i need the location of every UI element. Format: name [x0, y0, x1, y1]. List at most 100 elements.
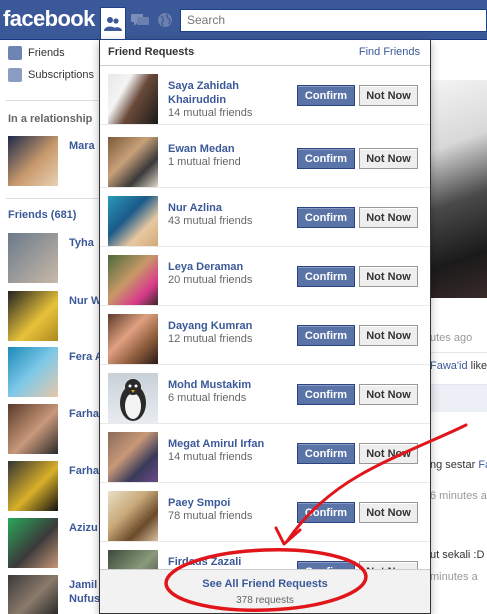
not-now-button[interactable]: Not Now — [359, 502, 418, 523]
requester-name[interactable]: Dayang Kumran — [168, 319, 290, 333]
confirm-button[interactable]: Confirm — [297, 207, 355, 228]
friend-request-item: Megat Amirul Irfan 14 mutual friends Con… — [100, 424, 430, 483]
friend-avatar[interactable] — [8, 347, 58, 397]
confirm-button[interactable]: Confirm — [297, 384, 355, 405]
not-now-button[interactable]: Not Now — [359, 443, 418, 464]
mutual-friends-count[interactable]: 1 mutual friend — [168, 156, 241, 168]
friend-avatar[interactable] — [8, 575, 58, 614]
friend-request-item: Leya Deraman 20 mutual friends Confirm N… — [100, 247, 430, 306]
friend-name[interactable]: Tyha — [69, 237, 94, 249]
feed-activity-name[interactable]: Fawa'id — [430, 360, 468, 372]
requester-name[interactable]: Saya Zahidah Khairuddin — [168, 79, 290, 107]
friend-avatar[interactable] — [8, 233, 58, 283]
relationship-avatar[interactable] — [8, 136, 58, 186]
sidebar-item-label: Subscriptions — [28, 69, 95, 81]
requester-avatar[interactable] — [108, 314, 158, 364]
mutual-friends-count[interactable]: 14 mutual friends — [168, 451, 252, 463]
requester-name[interactable]: Firdaus Zazali — [168, 555, 290, 569]
find-friends-link[interactable]: Find Friends — [359, 46, 420, 58]
relationship-name[interactable]: Mara — [69, 140, 95, 152]
friend-requests-jewel[interactable] — [100, 7, 126, 40]
friend-name[interactable]: Jamil — [69, 579, 97, 591]
requester-name[interactable]: Megat Amirul Irfan — [168, 437, 290, 451]
relationship-heading: In a relationship — [8, 113, 93, 125]
mutual-friends-count[interactable]: 20 mutual friends — [168, 274, 252, 286]
mutual-friends-count[interactable]: 78 mutual friends — [168, 510, 252, 522]
requester-avatar[interactable] — [108, 255, 158, 305]
feed-text: ng sestar Fa — [430, 459, 487, 471]
rss-icon — [8, 68, 22, 82]
sidebar-item-subscriptions[interactable]: Subscriptions — [8, 68, 94, 82]
not-now-button[interactable]: Not Now — [359, 85, 418, 106]
friend-avatar[interactable] — [8, 461, 58, 511]
feed-timestamp: utes ago — [430, 332, 473, 344]
requester-name[interactable]: Mohd Mustakim — [168, 378, 290, 392]
see-all-requests-link[interactable]: See All Friend Requests — [100, 578, 430, 590]
friend-name[interactable]: Farha — [69, 408, 99, 420]
feed-activity: Fawa'id like — [430, 360, 487, 372]
requester-name[interactable]: Paey Smpoi — [168, 496, 290, 510]
feed-photo[interactable] — [430, 80, 487, 298]
dropdown-title: Friend Requests — [108, 46, 195, 58]
friend-requests-dropdown: Friend Requests Find Friends Saya Zahida… — [99, 39, 431, 614]
not-now-button[interactable]: Not Now — [359, 148, 418, 169]
friend-name[interactable]: Nur W — [69, 295, 101, 307]
friend-name[interactable]: Farha — [69, 465, 99, 477]
friend-request-item: Saya Zahidah Khairuddin 14 mutual friend… — [100, 66, 430, 125]
requester-avatar[interactable] — [108, 491, 158, 541]
notifications-jewel[interactable] — [152, 7, 178, 33]
requester-name[interactable]: Nur Azlina — [168, 201, 290, 215]
dropdown-footer: See All Friend Requests 378 requests — [100, 569, 430, 613]
messages-icon — [131, 12, 149, 28]
requester-avatar[interactable] — [108, 196, 158, 246]
divider — [430, 352, 487, 353]
feed-timestamp: minutes a — [430, 571, 478, 583]
feed-activity-text: like — [467, 360, 487, 372]
facebook-logo[interactable]: facebook — [3, 6, 95, 32]
requester-avatar[interactable] — [108, 432, 158, 482]
friend-request-item: Ewan Medan 1 mutual friend Confirm Not N… — [100, 129, 430, 188]
search-input[interactable]: Search — [180, 9, 487, 32]
confirm-button[interactable]: Confirm — [297, 502, 355, 523]
confirm-button[interactable]: Confirm — [297, 85, 355, 106]
feed-text-link[interactable]: Fa — [478, 459, 487, 471]
requester-avatar[interactable] — [108, 74, 158, 124]
requester-avatar[interactable] — [108, 137, 158, 187]
penguin-icon — [120, 379, 146, 421]
friend-name[interactable]: Nufus — [69, 593, 100, 605]
confirm-button[interactable]: Confirm — [297, 325, 355, 346]
friend-request-item: Nur Azlina 43 mutual friends Confirm Not… — [100, 188, 430, 247]
messages-jewel[interactable] — [127, 7, 153, 33]
not-now-button[interactable]: Not Now — [359, 325, 418, 346]
divider — [6, 100, 98, 101]
confirm-button[interactable]: Confirm — [297, 443, 355, 464]
sidebar-item-friends[interactable]: Friends — [8, 46, 65, 60]
friend-request-item: Paey Smpoi 78 mutual friends Confirm Not… — [100, 483, 430, 542]
not-now-button[interactable]: Not Now — [359, 384, 418, 405]
friend-avatar[interactable] — [8, 518, 58, 568]
friend-avatar[interactable] — [8, 291, 58, 341]
mutual-friends-count[interactable]: 6 mutual friends — [168, 392, 246, 404]
requester-name[interactable]: Ewan Medan — [168, 142, 290, 156]
requester-name[interactable]: Leya Deraman — [168, 260, 290, 274]
friends-heading[interactable]: Friends (681) — [8, 209, 76, 221]
mutual-friends-count[interactable]: 43 mutual friends — [168, 215, 252, 227]
divider — [6, 198, 98, 199]
friend-request-item: Mohd Mustakim 6 mutual friends Confirm N… — [100, 365, 430, 424]
confirm-button[interactable]: Confirm — [297, 148, 355, 169]
confirm-button[interactable]: Confirm — [297, 266, 355, 287]
feed-text: ut sekali :D — [430, 549, 485, 561]
friend-avatar[interactable] — [8, 404, 58, 454]
requester-avatar[interactable] — [108, 373, 158, 423]
friend-name[interactable]: Azizu — [69, 522, 98, 534]
not-now-button[interactable]: Not Now — [359, 207, 418, 228]
mutual-friends-count[interactable]: 14 mutual friends — [168, 107, 252, 119]
feed-separator-bar — [430, 384, 487, 412]
friends-icon — [8, 46, 22, 60]
feed-timestamp: 6 minutes a — [430, 490, 487, 502]
not-now-button[interactable]: Not Now — [359, 266, 418, 287]
feed-text-part: ng sestar — [430, 459, 479, 471]
friend-request-item: Dayang Kumran 12 mutual friends Confirm … — [100, 306, 430, 365]
mutual-friends-count[interactable]: 12 mutual friends — [168, 333, 252, 345]
friend-name[interactable]: Fera A — [69, 351, 103, 363]
